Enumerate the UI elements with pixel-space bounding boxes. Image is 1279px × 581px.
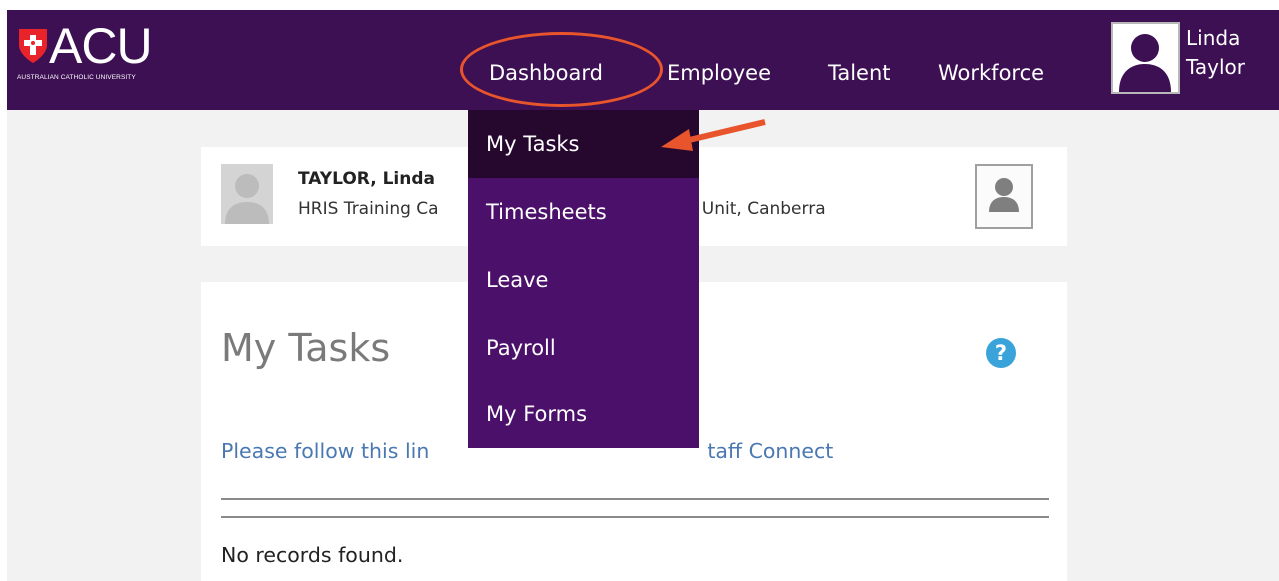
acu-logo[interactable]: ACU AUSTRALIAN CATHOLIC UNIVERSITY (17, 18, 193, 85)
top-navigation-bar: ACU AUSTRALIAN CATHOLIC UNIVERSITY Dashb… (7, 10, 1279, 110)
tasks-link-prefix: Please follow this lin (221, 439, 430, 463)
app-frame: ACU AUSTRALIAN CATHOLIC UNIVERSITY Dashb… (7, 10, 1279, 581)
divider (221, 516, 1049, 518)
menu-item-timesheets[interactable]: Timesheets (468, 178, 699, 246)
person-icon (989, 178, 1019, 212)
shield-cross-icon (19, 29, 47, 63)
profile-photo-placeholder (221, 164, 273, 224)
profile-photo-button[interactable] (975, 164, 1033, 229)
user-first-name: Linda (1186, 26, 1241, 50)
nav-talent[interactable]: Talent (828, 61, 891, 85)
logo-wordmark: ACU (49, 18, 153, 74)
menu-item-my-tasks[interactable]: My Tasks (468, 110, 699, 178)
tasks-link-tail: taff Connect (707, 439, 834, 463)
empty-state-text: No records found. (221, 543, 404, 567)
nav-workforce[interactable]: Workforce (938, 61, 1044, 85)
nav-employee[interactable]: Employee (667, 61, 771, 85)
nav-dashboard[interactable]: Dashboard (489, 61, 603, 85)
logo-subtitle: AUSTRALIAN CATHOLIC UNIVERSITY (17, 74, 136, 81)
dashboard-dropdown-menu: My Tasks Timesheets Leave Payroll My For… (468, 110, 699, 448)
menu-item-payroll[interactable]: Payroll (468, 314, 699, 382)
profile-name: TAYLOR, Linda (298, 169, 435, 189)
profile-department-start: HRIS Training Ca (298, 199, 439, 219)
user-name[interactable]: Linda Taylor (1186, 24, 1245, 82)
menu-item-my-forms[interactable]: My Forms (468, 380, 699, 448)
menu-item-leave[interactable]: Leave (468, 246, 699, 314)
user-last-name: Taylor (1186, 55, 1246, 79)
user-silhouette-icon (1119, 34, 1171, 92)
divider (221, 498, 1049, 500)
user-avatar[interactable] (1111, 22, 1180, 94)
page-title: My Tasks (221, 326, 391, 370)
help-icon[interactable]: ? (986, 338, 1016, 368)
